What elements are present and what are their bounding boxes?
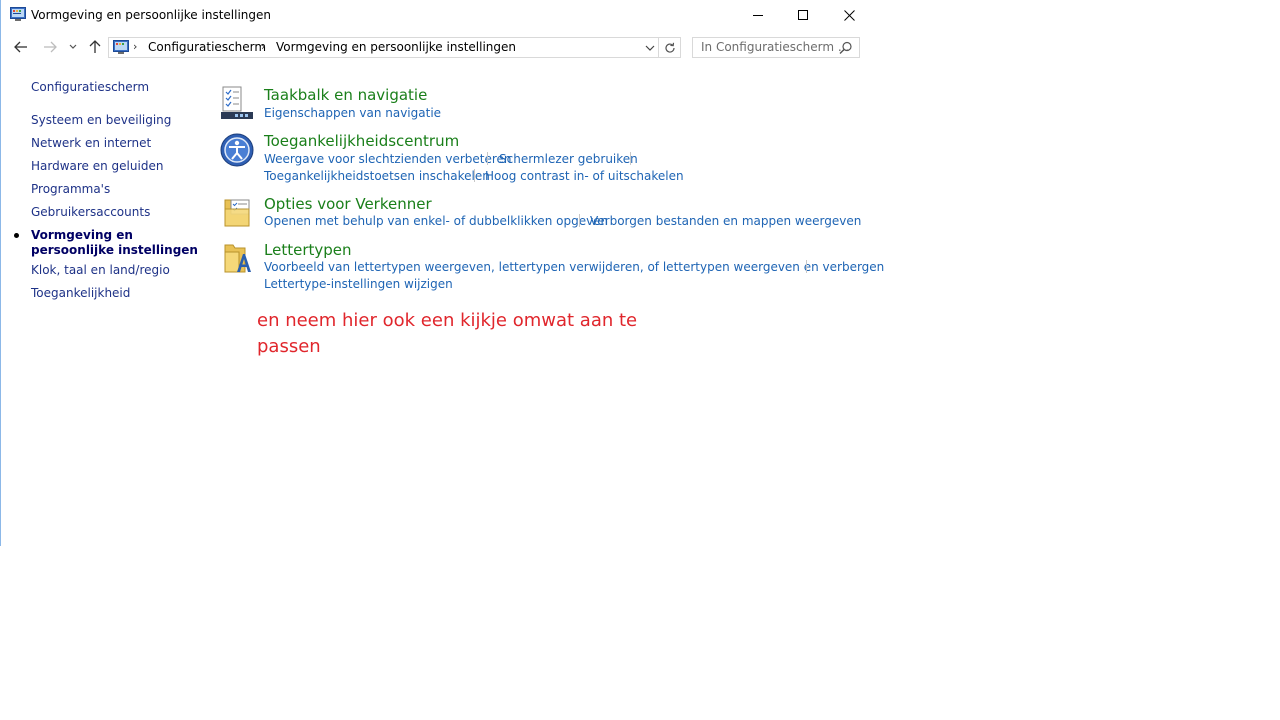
sidebar-item-programs[interactable]: Programma's — [31, 182, 110, 197]
folder-options-icon — [224, 199, 250, 227]
link-preview-fonts[interactable]: Voorbeeld van lettertypen weergeven, let… — [264, 260, 884, 274]
link-high-contrast[interactable]: Hoog contrast in- of uitschakelen — [485, 169, 684, 183]
sidebar-item-clock-region[interactable]: Klok, taal en land/regio — [31, 263, 170, 278]
link-separator — [474, 169, 475, 182]
breadcrumb-control-panel[interactable]: Configuratiescherm — [148, 40, 266, 54]
control-panel-icon — [10, 7, 26, 21]
annotation-text: en neem hier ook een kijkje omwat aan te… — [257, 310, 638, 357]
link-enable-accessibility-keys[interactable]: Toegankelijkheidstoetsen inschakelen — [264, 169, 490, 183]
sidebar-item-system-security[interactable]: Systeem en beveiliging — [31, 113, 171, 128]
search-placeholder: In Configuratiescherm ... — [701, 40, 850, 54]
sidebar-item-appearance[interactable]: Vormgeving en persoonlijke instellingen — [31, 228, 206, 258]
minimize-icon — [753, 15, 763, 16]
chevron-down-icon — [69, 44, 77, 49]
back-button[interactable] — [10, 36, 32, 58]
search-icon[interactable] — [839, 41, 853, 55]
link-use-screen-reader[interactable]: Schermlezer gebruiken — [499, 152, 638, 166]
arrow-up-icon — [89, 40, 101, 53]
search-input[interactable]: In Configuratiescherm ... — [692, 37, 860, 58]
fonts-folder-icon — [224, 244, 251, 273]
sidebar-item-user-accounts[interactable]: Gebruikersaccounts — [31, 205, 150, 220]
link-show-hidden-files[interactable]: Verborgen bestanden en mappen weergeven — [590, 214, 861, 228]
window-title: Vormgeving en persoonlijke instellingen — [31, 8, 271, 22]
link-improve-display[interactable]: Weergave voor slechtzienden verbeteren — [264, 152, 512, 166]
link-single-double-click[interactable]: Openen met behulp van enkel- of dubbelkl… — [264, 214, 608, 228]
breadcrumb-appearance[interactable]: Vormgeving en persoonlijke instellingen — [276, 40, 516, 54]
breadcrumb-separator[interactable]: › — [133, 40, 137, 53]
chevron-down-icon — [645, 45, 655, 51]
recent-locations-button[interactable] — [64, 36, 82, 58]
sidebar-item-ease-of-access[interactable]: Toegankelijkheid — [31, 286, 130, 301]
close-icon — [843, 9, 855, 21]
address-dropdown-button[interactable] — [641, 38, 659, 57]
arrow-right-icon — [44, 41, 57, 53]
forward-button[interactable] — [39, 36, 61, 58]
minimize-button[interactable] — [735, 0, 781, 30]
refresh-button[interactable] — [659, 37, 681, 58]
ease-of-access-icon — [220, 133, 254, 167]
sidebar-item-network[interactable]: Netwerk en internet — [31, 136, 151, 151]
control-panel-icon — [113, 40, 129, 54]
category-title-ease-of-access[interactable]: Toegankelijkheidscentrum — [264, 132, 459, 150]
control-panel-window: Vormgeving en persoonlijke instellingen — [0, 0, 884, 546]
link-font-settings[interactable]: Lettertype-instellingen wijzigen — [264, 277, 453, 291]
link-navigation-properties[interactable]: Eigenschappen van navigatie — [264, 106, 441, 120]
link-separator — [487, 152, 488, 165]
sidebar-item-hardware[interactable]: Hardware en geluiden — [31, 159, 163, 174]
category-title-fonts[interactable]: Lettertypen — [264, 241, 352, 259]
maximize-icon — [798, 10, 808, 20]
close-button[interactable] — [826, 0, 872, 30]
address-bar[interactable]: › Configuratiescherm › Vormgeving en per… — [108, 37, 659, 58]
sidebar-home-link[interactable]: Configuratiescherm — [31, 80, 149, 95]
maximize-button[interactable] — [780, 0, 826, 30]
arrow-left-icon — [14, 41, 27, 53]
category-title-taskbar[interactable]: Taakbalk en navigatie — [264, 86, 427, 104]
taskbar-icon — [221, 86, 253, 119]
link-separator — [630, 152, 631, 165]
refresh-icon — [664, 42, 675, 53]
link-separator — [806, 260, 807, 273]
title-bar: Vormgeving en persoonlijke instellingen — [1, 0, 868, 30]
link-separator — [579, 214, 580, 227]
up-button[interactable] — [84, 36, 106, 58]
active-item-bullet — [14, 233, 19, 238]
breadcrumb-separator[interactable]: › — [261, 40, 265, 53]
category-title-explorer-options[interactable]: Opties voor Verkenner — [264, 195, 432, 213]
